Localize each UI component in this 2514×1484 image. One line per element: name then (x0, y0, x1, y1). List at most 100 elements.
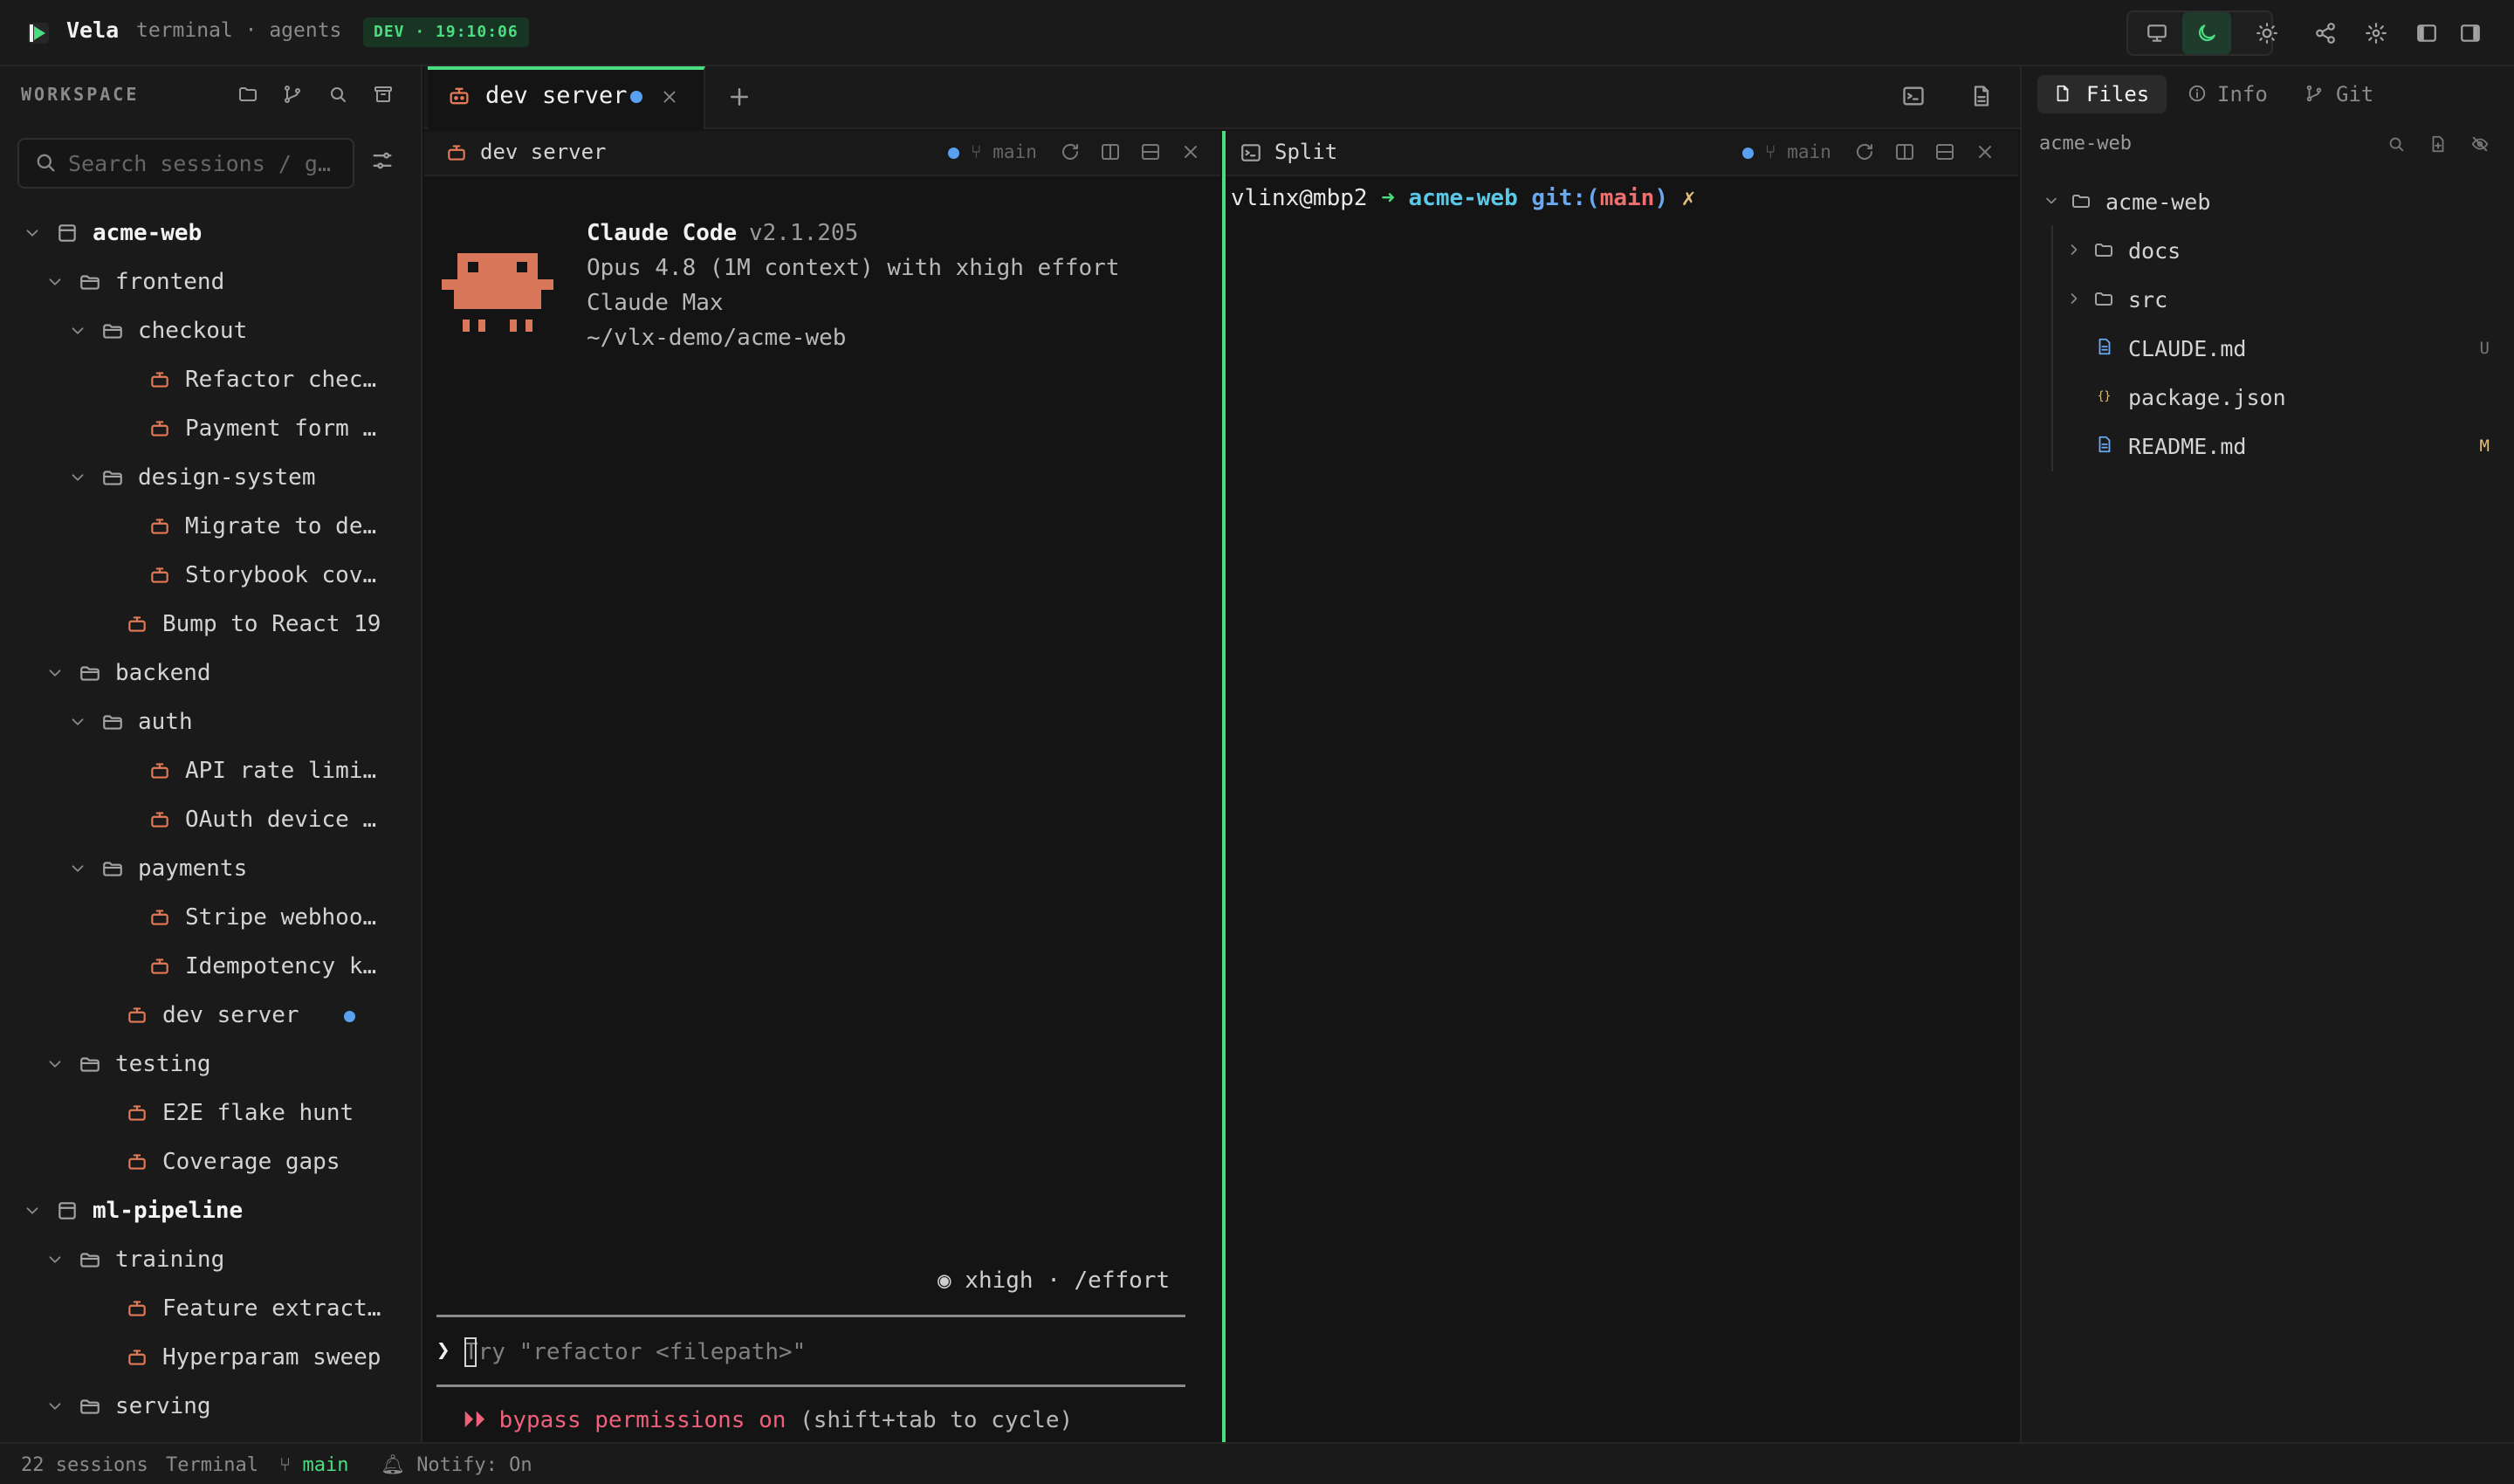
svg-text:{}: {} (2098, 390, 2111, 403)
folder-icon (2093, 239, 2116, 262)
session-item[interactable]: Stripe webhoo… (0, 896, 410, 941)
close-pane-icon[interactable] (1975, 141, 1999, 166)
tab-info[interactable]: Info (2217, 82, 2268, 106)
file-tree-folder[interactable]: src (2034, 278, 2505, 323)
monitor-icon[interactable] (2141, 17, 2173, 49)
chevron-down-icon[interactable] (45, 663, 66, 684)
pane-title: dev server (480, 140, 607, 164)
shell-arrow-icon: ➜ (1381, 185, 1395, 211)
session-item[interactable]: Coverage gaps (0, 1140, 410, 1185)
new-folder-icon[interactable] (234, 80, 262, 108)
hide-files-eye-off-icon[interactable] (2470, 134, 2491, 155)
split-vertical-icon[interactable] (1894, 141, 1919, 166)
claude-prompt-input[interactable] (464, 1336, 1163, 1369)
project-icon (56, 222, 80, 246)
folder-item[interactable]: testing (0, 1042, 410, 1088)
file-name: docs (2128, 238, 2181, 264)
search-files-icon[interactable] (2387, 134, 2408, 155)
session-item[interactable]: Hyperparam sweep (0, 1336, 410, 1381)
claude-session-icon (447, 84, 471, 108)
new-file-icon[interactable] (2428, 134, 2449, 155)
session-item[interactable]: Migrate to de… (0, 505, 410, 550)
project-item[interactable]: acme-web (0, 211, 410, 257)
folder-item[interactable]: design-system (0, 456, 410, 501)
chevron-right-icon[interactable] (2065, 290, 2085, 309)
session-item[interactable]: Idempotency k… (0, 945, 410, 990)
folder-item[interactable]: checkout (0, 309, 410, 354)
git-branch-icon[interactable] (278, 80, 306, 108)
folder-item[interactable]: frontend (0, 260, 410, 306)
folder-open-icon (101, 857, 126, 882)
session-item[interactable]: Bump to React 19 (0, 602, 410, 648)
session-item[interactable]: Feature extract… (0, 1287, 410, 1332)
session-item[interactable]: Payment form … (0, 407, 410, 452)
close-pane-icon[interactable] (1180, 141, 1205, 166)
share-icon[interactable] (2310, 17, 2341, 49)
shell-git-open: git:( (1531, 185, 1600, 211)
session-item[interactable]: OAuth device … (0, 798, 410, 843)
tab-git[interactable]: Git (2336, 82, 2373, 106)
file-tree-folder[interactable]: acme-web (2034, 180, 2505, 225)
chevron-down-icon[interactable] (45, 272, 66, 293)
tab-files[interactable]: Files (2086, 82, 2149, 106)
session-item[interactable]: dev server (0, 993, 410, 1039)
open-terminal-icon[interactable] (1901, 84, 1929, 112)
notify-status[interactable]: 🔔︎ Notify: On (381, 1454, 532, 1476)
settings-gear-icon[interactable] (2360, 17, 2392, 49)
session-item[interactable]: API rate limi… (0, 749, 410, 794)
sun-icon[interactable] (2251, 17, 2283, 49)
split-horizontal-icon[interactable] (1934, 141, 1959, 166)
chevron-down-icon[interactable] (68, 468, 89, 489)
branch-name: main (993, 141, 1037, 162)
chevron-down-icon[interactable] (45, 1397, 66, 1418)
effort-indicator: ◉ xhigh · /effort (938, 1268, 1171, 1294)
file-tree-file[interactable]: {} package.json (2034, 375, 2505, 421)
refresh-icon[interactable] (1060, 141, 1084, 166)
chevron-down-icon[interactable] (23, 1201, 44, 1222)
terminal-pane-split[interactable] (1222, 131, 2018, 1442)
project-item[interactable]: ml-pipeline (0, 1189, 410, 1234)
file-tree-file[interactable]: README.md M (2034, 424, 2505, 470)
moon-icon[interactable] (2191, 17, 2222, 49)
chevron-down-icon[interactable] (2043, 192, 2062, 211)
chevron-down-icon[interactable] (45, 1250, 66, 1271)
open-file-icon[interactable] (1969, 84, 1997, 112)
folder-item[interactable]: auth (0, 700, 410, 745)
bypass-arrows-icon: ⏵⏵ (463, 1407, 486, 1433)
permission-mode-line[interactable]: ⏵⏵ bypass permissions on (shift+tab to c… (463, 1407, 1073, 1434)
claude-session-icon (148, 417, 173, 442)
folder-item[interactable]: serving (0, 1384, 410, 1430)
chevron-down-icon[interactable] (68, 321, 89, 342)
chevron-right-icon[interactable] (2065, 241, 2085, 260)
split-horizontal-icon[interactable] (1140, 141, 1164, 166)
file-name: src (2128, 287, 2168, 313)
chevron-down-icon[interactable] (23, 223, 44, 244)
chevron-down-icon[interactable] (68, 859, 89, 880)
split-vertical-icon[interactable] (1100, 141, 1124, 166)
claude-session-icon (148, 564, 173, 588)
unread-indicator (630, 91, 642, 103)
close-tab-icon[interactable] (660, 87, 679, 106)
session-item[interactable]: Refactor chec… (0, 358, 410, 403)
session-item[interactable]: E2E flake hunt (0, 1091, 410, 1137)
search-icon[interactable] (324, 80, 352, 108)
pane-branch: ⑂ main (971, 141, 1037, 162)
folder-item[interactable]: training (0, 1238, 410, 1283)
toggle-left-panel-icon[interactable] (2411, 17, 2442, 49)
file-name: CLAUDE.md (2128, 336, 2247, 361)
session-search-input[interactable] (68, 148, 339, 178)
filter-settings-icon[interactable] (370, 148, 398, 176)
new-tab-plus-icon[interactable] (726, 84, 752, 110)
chevron-down-icon[interactable] (68, 712, 89, 733)
file-tree-folder[interactable]: docs (2034, 229, 2505, 274)
chevron-down-icon[interactable] (45, 1055, 66, 1075)
file-tree-file[interactable]: CLAUDE.md U (2034, 326, 2505, 372)
folder-item[interactable]: backend (0, 651, 410, 697)
archive-icon[interactable] (369, 80, 397, 108)
bell-icon: 🔔︎ (381, 1454, 405, 1476)
tree-item-label: Hyperparam sweep (162, 1344, 381, 1371)
toggle-right-panel-icon[interactable] (2455, 17, 2486, 49)
session-item[interactable]: Storybook cov… (0, 553, 410, 599)
refresh-icon[interactable] (1854, 141, 1879, 166)
folder-item[interactable]: payments (0, 847, 410, 892)
